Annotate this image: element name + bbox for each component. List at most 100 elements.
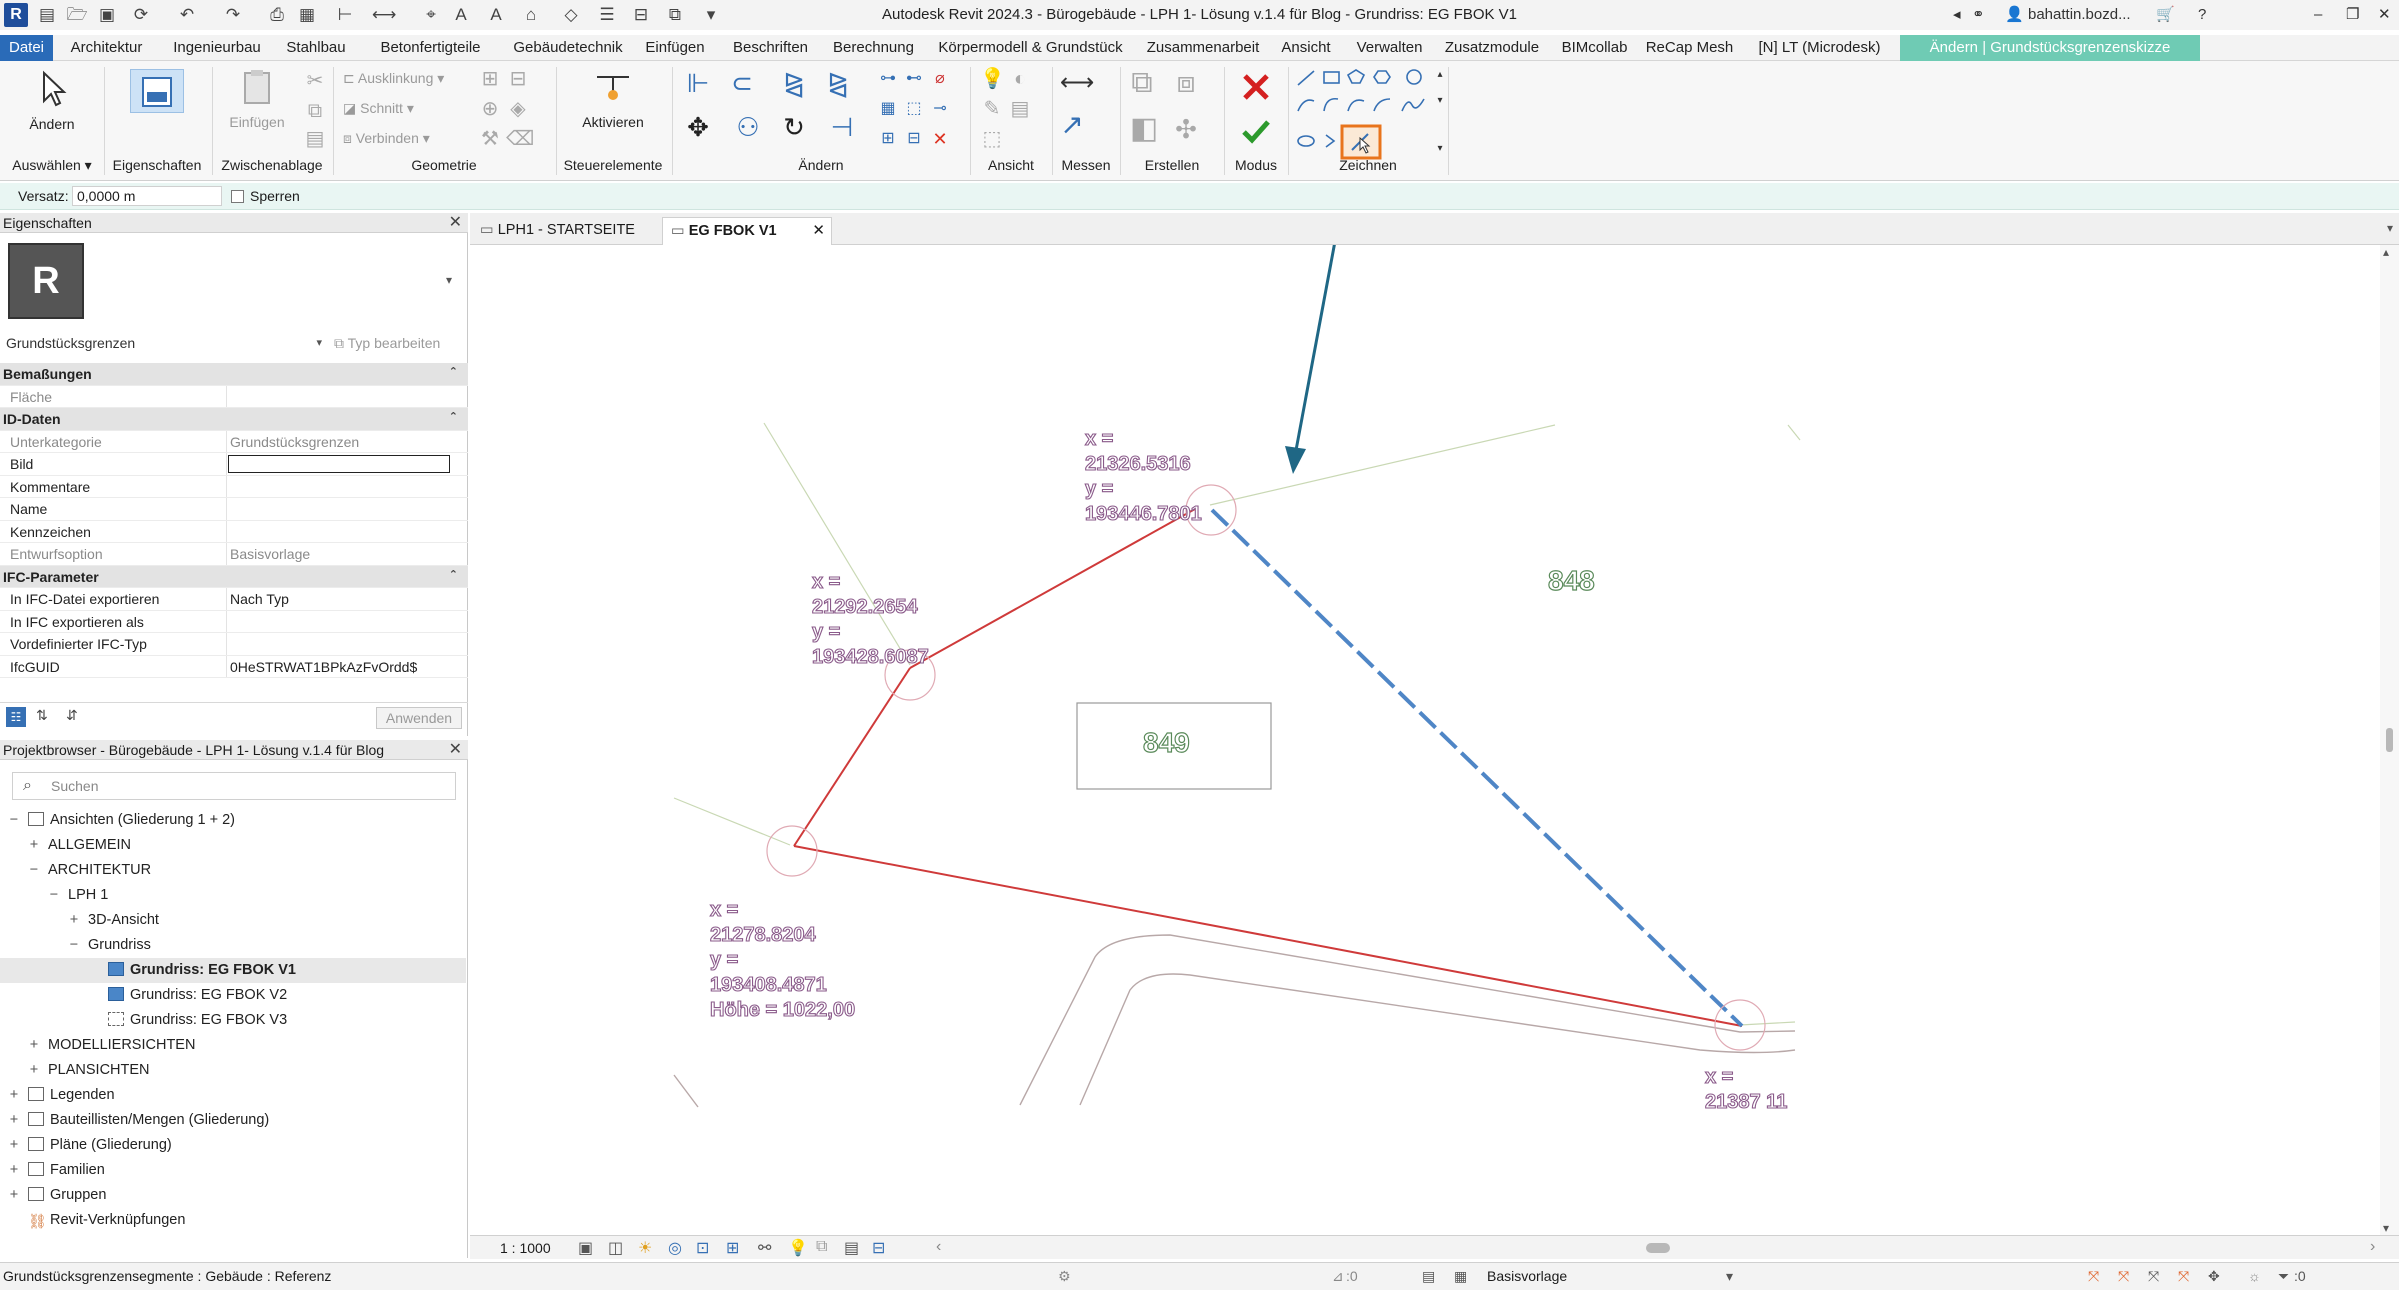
worksharing-icon[interactable]: ⚙ <box>1058 1263 1071 1289</box>
expand-icon[interactable]: + <box>68 908 80 933</box>
ribbon-tab-5[interactable]: Gebäudetechnik <box>503 35 633 61</box>
property-row[interactable]: Kennzeichen <box>0 520 468 543</box>
sun-path-icon[interactable]: ☀ <box>638 1238 652 1258</box>
sort-desc-icon[interactable]: ⇵ <box>66 707 78 724</box>
close-hidden-icon[interactable]: ⊟ <box>630 4 652 26</box>
vertical-scrollbar[interactable]: ▴ ▾ <box>2380 245 2399 1235</box>
ribbon-tab-0[interactable]: Datei <box>0 35 53 61</box>
unlock-3d-icon[interactable]: ⚯ <box>758 1238 771 1258</box>
dropdown-icon[interactable]: ▾ <box>1726 1263 1733 1289</box>
browser-item[interactable]: − Grundriss <box>0 933 466 958</box>
browser-item[interactable]: + Familien <box>0 1158 466 1183</box>
activate-button[interactable]: Aktivieren <box>568 67 658 130</box>
horizontal-scroll-thumb[interactable] <box>1646 1243 1670 1253</box>
ribbon-tab-13[interactable]: Zusatzmodule <box>1435 35 1549 61</box>
trim-single-icon[interactable]: ⊟ <box>902 127 926 151</box>
ribbon-tab-1[interactable]: Architektur <box>53 35 160 61</box>
browser-item[interactable]: − ARCHITEKTUR <box>0 858 466 883</box>
hide-icon[interactable]: 💡 <box>980 67 1005 91</box>
thin-lines-icon[interactable]: ☰ <box>596 4 618 26</box>
collapse-icon[interactable]: ⌃ <box>449 568 458 581</box>
cope-button[interactable]: ⊏ Ausklinkung ▾ <box>343 67 444 89</box>
aligned-dimension-icon[interactable]: ↗ <box>1060 111 1084 139</box>
measure-distance-icon[interactable]: ⟷ <box>1060 71 1094 95</box>
ribbon-tab-2[interactable]: Ingenieurbau <box>160 35 274 61</box>
user-name[interactable]: bahattin.bozd... <box>2028 4 2131 26</box>
copy-icon[interactable]: ⧉ <box>303 99 327 123</box>
crop-icon[interactable]: ⊡ <box>696 1238 709 1258</box>
shadows-icon[interactable]: ◎ <box>668 1238 682 1258</box>
select-underlay-icon[interactable]: ⤧ <box>2118 1263 2129 1289</box>
delete-icon[interactable]: ✕ <box>928 127 952 151</box>
split-face-icon[interactable]: ⊟ <box>506 67 530 91</box>
scroll-down-icon[interactable]: ▾ <box>2383 1221 2389 1235</box>
paint-icon[interactable]: ◈ <box>506 97 530 121</box>
create-group-icon[interactable]: ✣ <box>1174 116 1198 142</box>
customize-icon[interactable]: ▾ <box>700 4 722 26</box>
expand-icon[interactable]: + <box>8 1083 20 1108</box>
move-icon[interactable]: ✥ <box>686 114 710 140</box>
expand-icon[interactable]: + <box>8 1183 20 1208</box>
close-window-button[interactable]: ✕ <box>2378 4 2391 26</box>
property-row[interactable]: Name <box>0 498 468 521</box>
edit-type-button[interactable]: ⧉ Typ bearbeiten <box>334 332 440 354</box>
browser-item[interactable]: + Bauteillisten/Mengen (Gliederung) <box>0 1108 466 1133</box>
cancel-edit-mode-icon[interactable] <box>1240 71 1272 103</box>
mirror-draw-icon[interactable]: ⧎ <box>826 70 850 96</box>
view-scale[interactable]: 1 : 1000 <box>500 1240 551 1256</box>
browser-search-input[interactable]: ⌕ Suchen <box>12 772 456 800</box>
pick-lines-button[interactable] <box>1340 124 1382 160</box>
browser-item[interactable]: + Legenden <box>0 1083 466 1108</box>
lock-checkbox[interactable] <box>231 190 244 203</box>
browser-item[interactable]: + ALLGEMEIN <box>0 833 466 858</box>
scroll-up-icon[interactable]: ▴ <box>2383 245 2389 259</box>
create-assembly-icon[interactable]: ⧈ <box>1174 68 1198 98</box>
ribbon-tab-12[interactable]: Verwalten <box>1344 35 1435 61</box>
property-group-header[interactable]: IFC-Parameter ⌃ <box>0 565 468 588</box>
property-group-header[interactable]: Bemaßungen ⌃ <box>0 363 468 386</box>
tab-eg-fbok-v1[interactable]: ▭ EG FBOK V1 ✕ <box>662 217 832 245</box>
select-pinned-icon[interactable]: ⤧ <box>2148 1263 2159 1289</box>
unpin-icon[interactable]: ⌀ <box>928 67 952 91</box>
collapse-icon[interactable]: ⌃ <box>449 365 458 378</box>
crop-region-icon[interactable]: ⊞ <box>726 1238 739 1258</box>
main-model-icon[interactable]: ▦ <box>1454 1263 1467 1289</box>
paste-button[interactable]: Einfügen <box>222 67 292 130</box>
override-icon[interactable]: ◐ <box>1008 67 1032 91</box>
browser-item[interactable]: Grundriss: EG FBOK V1 <box>0 958 466 983</box>
visual-style-icon[interactable]: ◫ <box>608 1238 623 1258</box>
property-row[interactable]: In IFC exportieren als <box>0 610 468 633</box>
type-dropdown-icon[interactable]: ▾ <box>446 273 452 287</box>
wall-joins-icon[interactable]: ⊕ <box>478 97 502 121</box>
ribbon-tab-8[interactable]: Berechnung <box>824 35 923 61</box>
properties-toggle[interactable] <box>130 69 184 113</box>
browser-item[interactable]: +3D-Ansicht <box>0 908 466 933</box>
linework-icon[interactable]: ✎ <box>980 97 1004 121</box>
help-icon[interactable]: ? <box>2198 4 2206 26</box>
property-row[interactable]: Kommentare <box>0 475 468 498</box>
dimension-icon[interactable]: ⟷ <box>372 4 396 26</box>
browser-item[interactable]: + Gruppen <box>0 1183 466 1208</box>
drawing-canvas[interactable]: x = 21326.5316 y = 193446.7801 x = 21292… <box>470 245 2379 1235</box>
array-icon[interactable]: ▦ <box>876 97 900 121</box>
ribbon-tab-15[interactable]: ReCap Mesh <box>1640 35 1739 61</box>
ribbon-tab-14[interactable]: BIMcollab <box>1549 35 1640 61</box>
property-row[interactable]: IfcGUID 0HeSTRWAT1BPkAzFvOrdd$ <box>0 655 468 678</box>
pdf-icon[interactable]: ▦ <box>296 4 318 26</box>
new-file-icon[interactable]: ▤ <box>36 4 58 26</box>
align-icon[interactable]: ⊩ <box>686 70 710 96</box>
save-icon[interactable]: ▣ <box>96 4 118 26</box>
ribbon-tab-9[interactable]: Körpermodell & Grundstück <box>923 35 1138 61</box>
select-by-face-icon[interactable]: ⤧ <box>2178 1263 2189 1289</box>
ribbon-tab-16[interactable]: [N] LT (Microdesk) <box>1739 35 1900 61</box>
type-selector[interactable]: Grundstücksgrenzen ▾ <box>4 332 326 354</box>
close-icon[interactable]: ✕ <box>449 213 462 233</box>
expand-icon[interactable]: + <box>28 1058 40 1083</box>
ribbon-tab-7[interactable]: Beschriften <box>717 35 824 61</box>
binoculars-icon[interactable]: ⚭ <box>1972 4 1985 26</box>
demolish-icon[interactable]: ⚒ <box>478 127 502 151</box>
text-A-icon[interactable]: A <box>485 4 507 26</box>
sync-icon[interactable]: ⟳ <box>130 4 152 26</box>
close-icon[interactable]: ✕ <box>449 740 462 760</box>
switch-windows-icon[interactable]: ⧉ <box>664 4 686 26</box>
